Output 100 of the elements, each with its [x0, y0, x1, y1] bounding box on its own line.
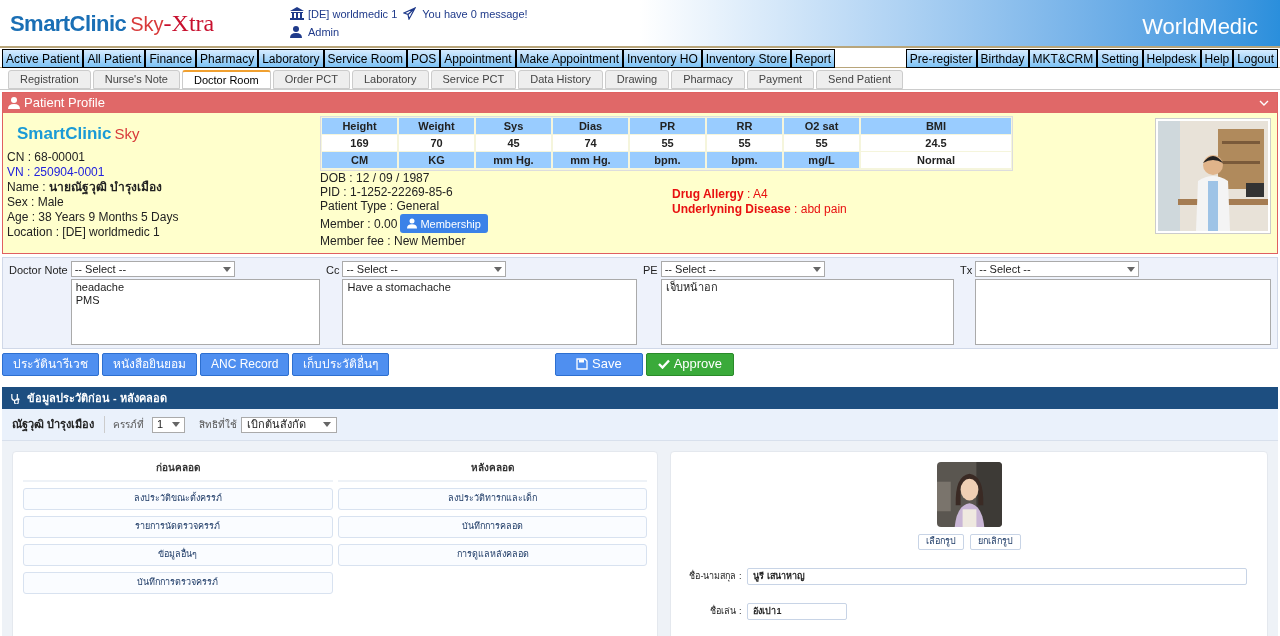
- floppy-icon: [576, 358, 588, 370]
- member-text: Member : 0.00: [320, 216, 398, 231]
- note-select[interactable]: -- Select --: [342, 261, 507, 277]
- benefit-label: สิทธิที่ใช้: [199, 417, 238, 432]
- tab[interactable]: Laboratory: [351, 70, 429, 89]
- tab[interactable]: Service PCT: [430, 70, 517, 89]
- caret-icon: [1127, 266, 1136, 272]
- menu-button[interactable]: Pharmacy: [196, 49, 259, 68]
- history-button[interactable]: ลงประวัติทารกและเด็ก: [337, 488, 648, 510]
- tab[interactable]: Doctor Room: [181, 70, 271, 89]
- tab[interactable]: Order PCT: [272, 70, 350, 89]
- patient-info: Sex : Male: [7, 194, 64, 210]
- menu-button[interactable]: Make Appointment: [515, 49, 623, 68]
- menu-button[interactable]: Appointment: [440, 49, 516, 68]
- menu-button[interactable]: Logout: [1233, 49, 1278, 68]
- user-icon: [407, 218, 418, 229]
- check-icon: [657, 359, 670, 369]
- bank-icon: [290, 7, 304, 21]
- vitals-cell: mm Hg.: [553, 152, 628, 168]
- history-button[interactable]: รายการนัดตรวจครรภ์: [23, 516, 333, 538]
- menu-button[interactable]: Help: [1200, 49, 1234, 68]
- logo-sub: Sky: [130, 12, 164, 37]
- caret-icon: [812, 266, 821, 272]
- note-select[interactable]: -- Select --: [975, 261, 1140, 277]
- logo-brand: SmartClinic: [10, 10, 127, 38]
- chevron-down-icon[interactable]: [1259, 100, 1269, 106]
- history-button[interactable]: การดูแลหลังคลอด: [337, 544, 648, 566]
- tab[interactable]: Nurse's Note: [92, 70, 180, 89]
- tab[interactable]: Pharmacy: [671, 70, 745, 89]
- logo-brand: SmartClinic: [17, 123, 112, 145]
- tab[interactable]: Data History: [518, 70, 603, 89]
- input-field[interactable]: อังเปา1: [747, 603, 848, 620]
- menu-button[interactable]: Finance: [145, 49, 197, 68]
- patient-info: Location : [DE] worldmedic 1: [7, 224, 161, 240]
- menu-button[interactable]: Birthday: [976, 49, 1029, 68]
- menu-button[interactable]: Service Room: [323, 49, 407, 68]
- user-icon: [290, 26, 302, 39]
- note-textarea[interactable]: เจ็บหน้าอก: [660, 279, 954, 345]
- vitals-cell: 74: [553, 135, 628, 151]
- column-heading: หลังคลอด: [337, 460, 648, 482]
- vitals-cell: mg/L: [784, 152, 859, 168]
- tab[interactable]: Registration: [8, 70, 91, 89]
- note-label: Tx: [960, 263, 973, 278]
- patient-info: Name : นายณัฐวุฒิ บำรุงเมือง: [7, 179, 164, 195]
- user-name: Admin: [308, 25, 340, 40]
- caret-icon: [323, 422, 332, 427]
- menu-button[interactable]: POS: [406, 49, 441, 68]
- pid-text: PID : 1-1252-22269-85-6: [320, 185, 454, 199]
- vitals-cell: Height: [322, 118, 397, 134]
- column-heading: ก่อนคลอด: [23, 460, 333, 482]
- note-select[interactable]: -- Select --: [660, 261, 825, 277]
- note-textarea[interactable]: headache PMS: [70, 279, 320, 345]
- membership-button[interactable]: Membership: [400, 214, 488, 233]
- clinic-name: [DE] worldmedic 1: [308, 6, 398, 22]
- menu-button[interactable]: MKT&CRM: [1028, 49, 1098, 68]
- pregnancy-select[interactable]: 1: [152, 416, 186, 433]
- menu-button[interactable]: Active Patient: [2, 49, 84, 68]
- history-button[interactable]: ข้อมูลอื่นๆ: [23, 544, 333, 566]
- vitals-cell: 169: [322, 135, 397, 151]
- input-field[interactable]: นูรี เสนาหาญ: [747, 568, 1247, 585]
- patient-name: ณัฐวุฒิ บำรุงเมือง: [12, 416, 106, 433]
- member-fee: Member fee : New Member: [320, 234, 467, 248]
- stethoscope-icon: [10, 392, 21, 404]
- vitals-cell: 45: [476, 135, 551, 151]
- menu-button[interactable]: Setting: [1097, 49, 1143, 68]
- vitals-cell: 55: [707, 135, 782, 151]
- menu-button[interactable]: Report: [791, 49, 836, 68]
- patient-info: Age : 38 Years 9 Months 5 Days: [7, 209, 180, 225]
- menu-button[interactable]: Laboratory: [258, 49, 324, 68]
- caret-icon: [172, 422, 181, 427]
- note-textarea[interactable]: Have a stomachache: [342, 279, 637, 345]
- menu-button[interactable]: Pre-register: [905, 49, 977, 68]
- note-select[interactable]: -- Select --: [70, 261, 235, 277]
- photo-button[interactable]: เลือกรูป: [917, 534, 964, 550]
- note-label: Doctor Note: [9, 263, 68, 278]
- history-button[interactable]: ลงประวัติขณะตั้งครรภ์: [23, 488, 333, 510]
- history-button[interactable]: บันทึกการคลอด: [337, 516, 648, 538]
- vitals-cell: Normal: [861, 152, 1011, 168]
- vitals-cell: RR: [707, 118, 782, 134]
- vitals-cell: O2 sat: [784, 118, 859, 134]
- history-button[interactable]: บันทึกการตรวจครรภ์: [23, 572, 333, 594]
- benefit-select[interactable]: เบิกต้นสังกัด: [241, 416, 338, 433]
- vitals-cell: BMI: [861, 118, 1011, 134]
- photo-button[interactable]: ยกเลิกรูป: [969, 534, 1021, 550]
- menu-button[interactable]: All Patient: [83, 49, 146, 68]
- menu-button[interactable]: Helpdesk: [1142, 49, 1201, 68]
- menu-button[interactable]: Inventory Store: [701, 49, 792, 68]
- vitals-cell: Weight: [399, 118, 474, 134]
- vitals-cell: 55: [630, 135, 705, 151]
- tab[interactable]: Send Patient: [816, 70, 904, 89]
- patient-info: VN : 250904-0001: [7, 164, 106, 180]
- tab[interactable]: Payment: [746, 70, 815, 89]
- vitals-cell: Dias: [553, 118, 628, 134]
- logo-suffix: -Xtra: [163, 9, 215, 38]
- note-textarea[interactable]: [975, 279, 1271, 345]
- message-link[interactable]: You have 0 message!: [422, 5, 528, 22]
- vitals-cell: 55: [784, 135, 859, 151]
- menu-button[interactable]: Inventory HO: [623, 49, 702, 68]
- tab[interactable]: Drawing: [604, 70, 670, 89]
- alert-text: Underlyning Disease : abd pain: [672, 202, 847, 217]
